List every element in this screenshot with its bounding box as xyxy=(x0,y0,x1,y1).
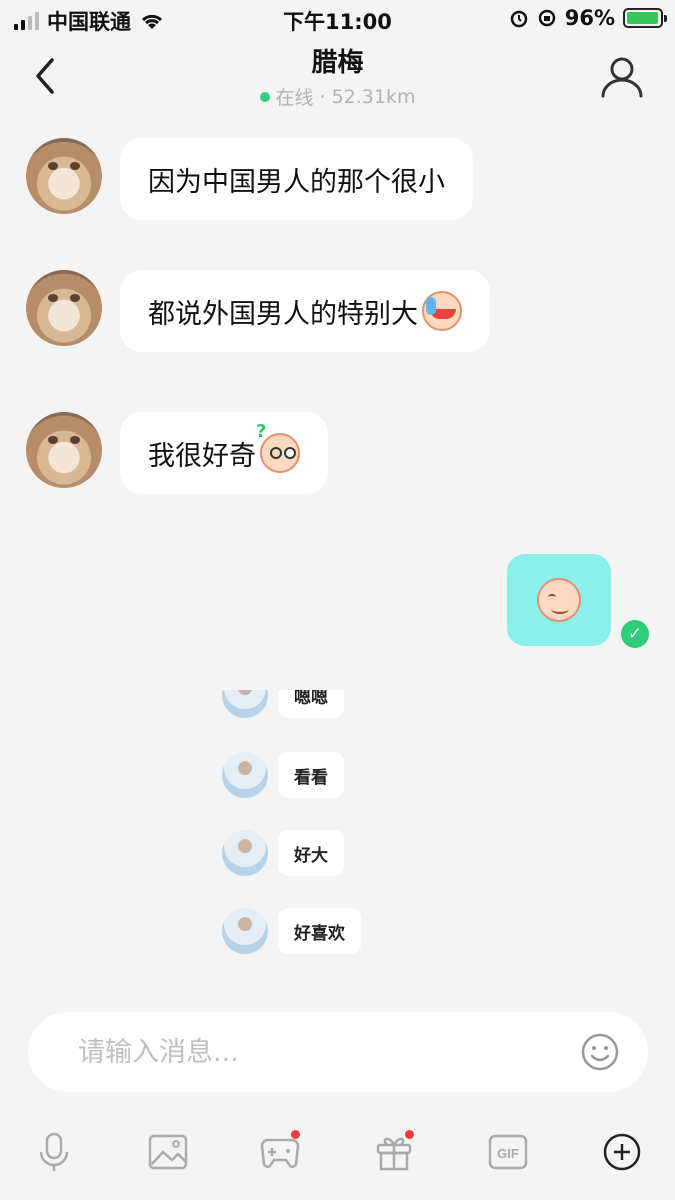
orientation-lock-icon xyxy=(538,9,555,27)
message-row: 我很好奇 xyxy=(26,412,328,494)
message-bubble[interactable]: 我很好奇 xyxy=(120,412,328,494)
online-status: 在线 xyxy=(275,87,314,109)
avatar[interactable] xyxy=(26,412,102,488)
sent-message-row: ✓ xyxy=(507,554,649,648)
read-check-icon: ✓ xyxy=(621,620,649,648)
separator: · xyxy=(319,85,326,108)
microphone-icon[interactable] xyxy=(32,1130,76,1174)
message-bubble[interactable]: 都说外国男人的特别大 xyxy=(120,270,490,352)
chat-header: 腊梅 在线 · 52.31km xyxy=(0,36,675,116)
page-title: 腊梅 xyxy=(311,48,364,78)
sent-message-bubble[interactable] xyxy=(507,554,611,646)
avatar[interactable] xyxy=(26,270,102,346)
alarm-icon xyxy=(510,10,527,28)
embedded-screenshot[interactable]: 嗯嗯 看看 好大 好喜欢 xyxy=(222,690,422,970)
message-input[interactable] xyxy=(28,1036,580,1068)
wondering-emoji-icon xyxy=(256,421,300,473)
gif-label: GIF xyxy=(497,1146,519,1161)
mini-avatar xyxy=(222,908,268,954)
battery-percent: 96% xyxy=(564,6,615,30)
message-text: 我很好奇 xyxy=(148,440,256,472)
embed-row: 嗯嗯 xyxy=(222,690,344,718)
battery-icon xyxy=(623,8,667,28)
contact-subtitle: 在线 · 52.31km xyxy=(259,83,416,110)
message-composer xyxy=(28,1012,648,1092)
title-wrap: 腊梅 在线 · 52.31km xyxy=(0,42,675,110)
notification-dot xyxy=(291,1130,300,1139)
mini-bubble: 嗯嗯 xyxy=(278,690,344,718)
crying-laugh-emoji-icon xyxy=(422,291,462,331)
profile-icon[interactable] xyxy=(599,54,645,100)
embed-row: 看看 xyxy=(222,752,344,798)
battery-fill xyxy=(627,12,658,24)
embed-row: 好喜欢 xyxy=(222,908,361,954)
smiling-face-emoji-icon xyxy=(537,578,581,622)
status-right: 96% xyxy=(509,6,667,30)
emoji-icon[interactable] xyxy=(580,1032,620,1072)
message-bubble[interactable]: 因为中国男人的那个很小 xyxy=(120,138,473,220)
notification-dot xyxy=(405,1130,414,1139)
image-icon[interactable] xyxy=(146,1130,190,1174)
mini-avatar xyxy=(222,752,268,798)
avatar[interactable] xyxy=(26,138,102,214)
status-bar: 中国联通 下午11:00 96% xyxy=(0,0,675,36)
gif-icon[interactable]: GIF xyxy=(486,1130,530,1174)
mini-avatar xyxy=(222,690,268,718)
embed-row: 好大 xyxy=(222,830,344,876)
plus-icon[interactable] xyxy=(600,1130,644,1174)
mini-bubble: 好大 xyxy=(278,830,344,876)
mini-bubble: 好喜欢 xyxy=(278,908,361,954)
gift-icon[interactable] xyxy=(372,1130,416,1174)
message-text: 因为中国男人的那个很小 xyxy=(148,166,445,198)
message-text: 都说外国男人的特别大 xyxy=(148,298,418,330)
mini-avatar xyxy=(222,830,268,876)
game-icon[interactable] xyxy=(258,1130,302,1174)
distance: 52.31km xyxy=(331,85,416,108)
bottom-toolbar: GIF xyxy=(0,1130,675,1180)
online-dot xyxy=(259,91,270,102)
message-row: 因为中国男人的那个很小 xyxy=(26,138,473,220)
message-row: 都说外国男人的特别大 xyxy=(26,270,490,352)
mini-bubble: 看看 xyxy=(278,752,344,798)
